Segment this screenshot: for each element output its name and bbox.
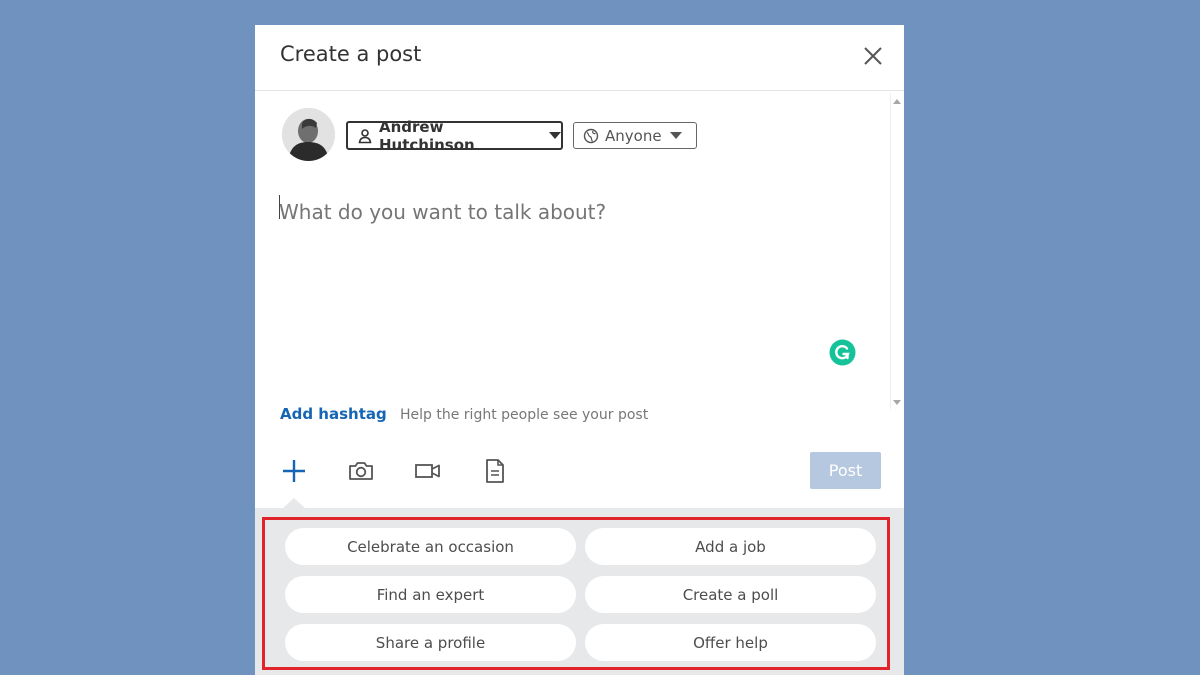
panel-pointer	[283, 498, 305, 508]
caret-down-icon	[549, 132, 561, 139]
grammarly-icon[interactable]	[829, 339, 856, 366]
post-text-editor[interactable]	[279, 192, 859, 232]
scrollbar[interactable]	[890, 93, 902, 409]
chip-label: Create a poll	[682, 585, 779, 604]
scroll-down-arrow[interactable]	[893, 400, 901, 405]
scrollbar-track	[890, 93, 902, 409]
add-job-button[interactable]: Add a job	[585, 528, 876, 565]
add-video-button[interactable]	[414, 457, 442, 485]
chip-label: Offer help	[693, 633, 768, 652]
add-content-button[interactable]	[280, 457, 308, 485]
document-icon	[486, 459, 504, 483]
video-icon	[415, 464, 440, 478]
avatar	[282, 108, 335, 161]
chip-label: Add a job	[695, 537, 766, 556]
post-button[interactable]: Post	[810, 452, 881, 489]
add-hashtag-link[interactable]: Add hashtag	[280, 405, 387, 423]
add-photo-button[interactable]	[347, 457, 375, 485]
add-document-button[interactable]	[481, 457, 509, 485]
globe-icon	[583, 128, 599, 144]
camera-icon	[349, 462, 373, 480]
caret-down-icon	[669, 132, 682, 139]
chip-label: Find an expert	[376, 585, 485, 604]
offer-help-button[interactable]: Offer help	[585, 624, 876, 661]
person-icon	[357, 128, 373, 144]
author-name: Andrew Hutchinson	[379, 117, 475, 154]
chip-label: Share a profile	[375, 633, 486, 652]
create-poll-button[interactable]: Create a poll	[585, 576, 876, 613]
celebrate-occasion-button[interactable]: Celebrate an occasion	[285, 528, 576, 565]
close-icon	[864, 47, 882, 65]
author-selector-button[interactable]: Andrew Hutchinson	[346, 118, 563, 154]
hashtag-help-text: Help the right people see your post	[400, 407, 649, 423]
scroll-up-arrow[interactable]	[893, 99, 901, 104]
visibility-selector-button[interactable]: Anyone	[573, 122, 697, 149]
create-post-dialog: Create a post Andrew Hutchinson Anyone W…	[255, 25, 904, 675]
share-profile-button[interactable]: Share a profile	[285, 624, 576, 661]
visibility-label: Anyone	[605, 126, 662, 145]
dialog-header: Create a post	[255, 25, 904, 91]
suggestions-panel: Celebrate an occasion Add a job Find an …	[255, 498, 904, 675]
close-button[interactable]	[860, 43, 886, 69]
dialog-title: Create a post	[280, 42, 422, 66]
plus-icon	[283, 460, 305, 482]
find-expert-button[interactable]: Find an expert	[285, 576, 576, 613]
chip-label: Celebrate an occasion	[347, 537, 514, 556]
text-cursor	[279, 195, 280, 219]
